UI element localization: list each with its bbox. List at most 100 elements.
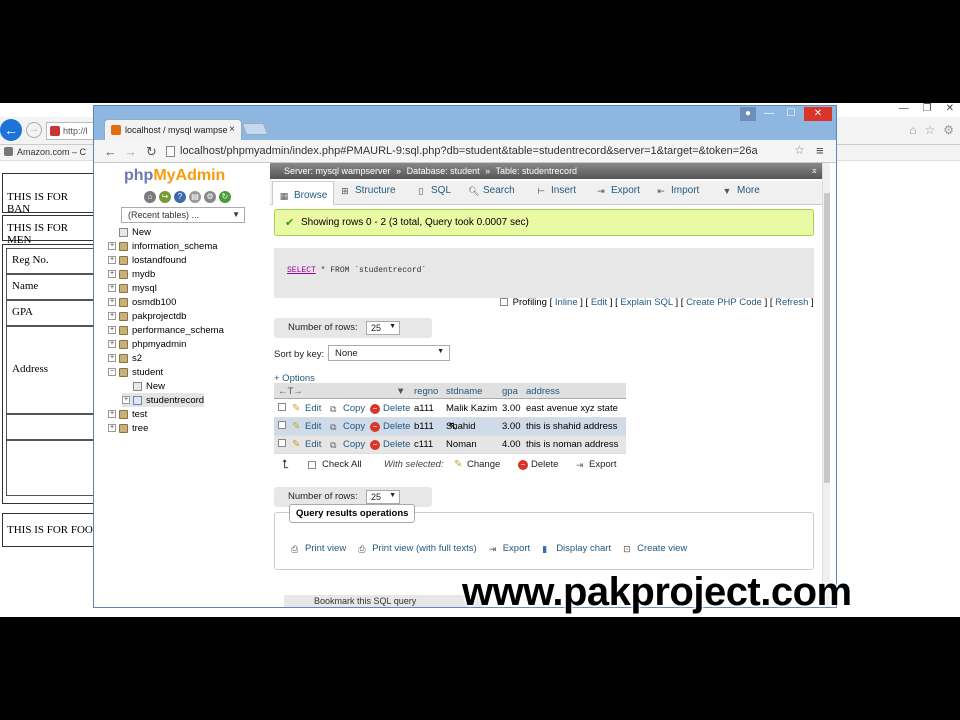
close-icon[interactable]: ✕ [946,103,954,114]
print-view-link[interactable]: ⎙ Print view [291,543,346,554]
vertical-scrollbar[interactable] [822,163,830,607]
copy-link[interactable]: ⧉ Copy [330,421,365,432]
link-refresh[interactable]: Refresh [775,297,808,308]
edit-link[interactable]: ✎ Edit [292,403,321,414]
expand-icon[interactable]: + [108,312,116,320]
delete-link[interactable]: − Delete [370,421,410,432]
settings-icon[interactable]: ⚙ [204,191,216,203]
delete-link[interactable]: − Delete [370,403,410,414]
forward-arrow-icon[interactable]: → [26,122,42,138]
display-chart-link[interactable]: ▮ Display chart [542,543,611,554]
print-view-full-link[interactable]: ⎙ Print view (with full texts) [358,543,477,554]
copy-link[interactable]: ⧉ Copy [330,439,365,450]
back-arrow-icon[interactable]: ← [0,119,22,141]
tree-item-db[interactable]: + s2 [108,351,142,365]
link-create-php-code[interactable]: Create PHP Code [686,297,762,308]
caret-down-icon[interactable]: ▼ [396,386,405,397]
expand-icon[interactable]: + [108,424,116,432]
link-explain-sql[interactable]: Explain SQL [620,297,672,308]
tab-sql[interactable]: ▯ SQL [416,185,452,196]
checkbox[interactable] [278,421,286,429]
check-all[interactable]: Check All [308,459,362,470]
cell-address[interactable]: east avenue xyz state [526,403,618,414]
tab-close-icon[interactable]: × [229,124,235,135]
cell-address[interactable]: this is shahid address [526,421,617,432]
cell-gpa[interactable]: 4.00 [502,439,521,450]
expand-icon[interactable]: + [108,354,116,362]
bookmark-sql-query[interactable]: Bookmark this SQL query [284,595,484,607]
phpmyadmin-logo[interactable]: phpMyAdmin [124,167,225,185]
edit-link[interactable]: ✎ Edit [292,439,321,450]
user-icon[interactable]: ● [740,107,756,121]
bookmark-star-icon[interactable]: ☆ [794,143,805,157]
browser-tab[interactable]: localhost / mysql wampse × [104,119,242,141]
bookmark-amazon[interactable]: Amazon.com – C [17,147,86,157]
cell-address[interactable]: this is noman address [526,439,618,450]
forward-arrow-icon[interactable]: → [124,144,137,159]
expand-icon[interactable]: + [108,410,116,418]
cell-regno[interactable]: c111 [414,439,433,450]
address-bar[interactable]: localhost/phpmyadmin/index.php#PMAURL-9:… [164,142,810,160]
table-row[interactable]: ✎ Edit ⧉ Copy − Delete a111 Malik Kazim 3.00 east… [274,400,626,418]
documentation-icon[interactable]: ▤ [189,191,201,203]
tree-item-db[interactable]: + tree [108,421,148,435]
checkbox[interactable] [278,439,286,447]
star-icon[interactable]: ☆ [924,123,935,137]
export-selected-button[interactable]: ⇥ Export [576,459,616,470]
edit-link[interactable]: ✎ Edit [292,421,321,432]
expand-icon[interactable]: + [108,256,116,264]
expand-icon[interactable]: + [108,270,116,278]
tree-item-db[interactable]: + mydb [108,267,155,281]
close-icon[interactable]: ✕ [804,107,832,121]
tree-item-db[interactable]: + test [108,407,147,421]
table-row[interactable]: ✎ Edit ⧉ Copy − Delete c111 Noman 4.00 this is no… [274,436,626,454]
minimize-icon[interactable]: — [899,103,909,114]
reload-navigation-icon[interactable]: ↻ [219,191,231,203]
link-edit[interactable]: Edit [591,297,607,308]
sql-query-text[interactable]: SELECT * FROM `studentrecord` [287,266,426,275]
tab-import[interactable]: ⇤ Import [656,185,699,196]
expand-icon[interactable]: + [108,284,116,292]
tree-item-db[interactable]: + phpmyadmin [108,337,186,351]
scrollbar-thumb[interactable] [824,193,830,483]
tree-item-db[interactable]: + lostandfound [108,253,186,267]
cell-regno[interactable]: b111 [414,421,434,432]
column-regno[interactable]: regno [414,386,438,397]
copy-link[interactable]: ⧉ Copy [330,403,365,414]
column-gpa[interactable]: gpa [502,386,518,397]
expand-icon[interactable]: + [108,340,116,348]
minimize-icon[interactable]: — [760,107,778,121]
tree-item-db[interactable]: − student [108,365,163,379]
maximize-icon[interactable]: ☐ [782,107,800,121]
tree-item-table[interactable]: + studentrecord [122,393,205,407]
link-inline[interactable]: Inline [555,297,578,308]
gear-icon[interactable]: ⚙ [943,123,954,137]
row-checkbox[interactable] [278,439,286,450]
tab-browse[interactable]: ▦ Browse [272,181,335,205]
delete-selected-button[interactable]: − Delete [518,459,558,470]
help-icon[interactable]: ? [174,191,186,203]
cell-regno[interactable]: a111 [414,403,434,414]
delete-link[interactable]: − Delete [370,439,410,450]
hamburger-menu-icon[interactable]: ≡ [816,143,824,158]
cell-gpa[interactable]: 3.00 [502,421,521,432]
change-button[interactable]: ✎ Change [454,459,500,470]
logout-icon[interactable]: ↪ [159,191,171,203]
rows-select[interactable]: 25 ▼ [366,490,400,504]
create-view-link[interactable]: ⊡ Create view [623,543,687,554]
maximize-icon[interactable]: ❐ [923,103,932,114]
cell-stdname[interactable]: Malik Kazim [446,403,497,414]
cell-stdname[interactable]: Noman [446,439,477,450]
tab-structure[interactable]: ⊞ Structure [340,185,395,196]
check-all-checkbox[interactable] [308,460,316,469]
home-icon[interactable]: ⌂ [909,123,916,137]
collapse-icon[interactable]: ⌅ [810,165,818,176]
expand-icon[interactable]: + [108,298,116,306]
tab-more[interactable]: ▼ More [722,185,760,196]
breadcrumb-table[interactable]: Table: studentrecord [496,166,578,176]
row-checkbox[interactable] [278,403,286,414]
tree-item-db[interactable]: + osmdb100 [108,295,176,309]
profiling-checkbox[interactable] [500,298,508,306]
recent-tables-select[interactable]: (Recent tables) ... ▼ [121,207,245,223]
breadcrumb-database[interactable]: Database: student [407,166,480,176]
